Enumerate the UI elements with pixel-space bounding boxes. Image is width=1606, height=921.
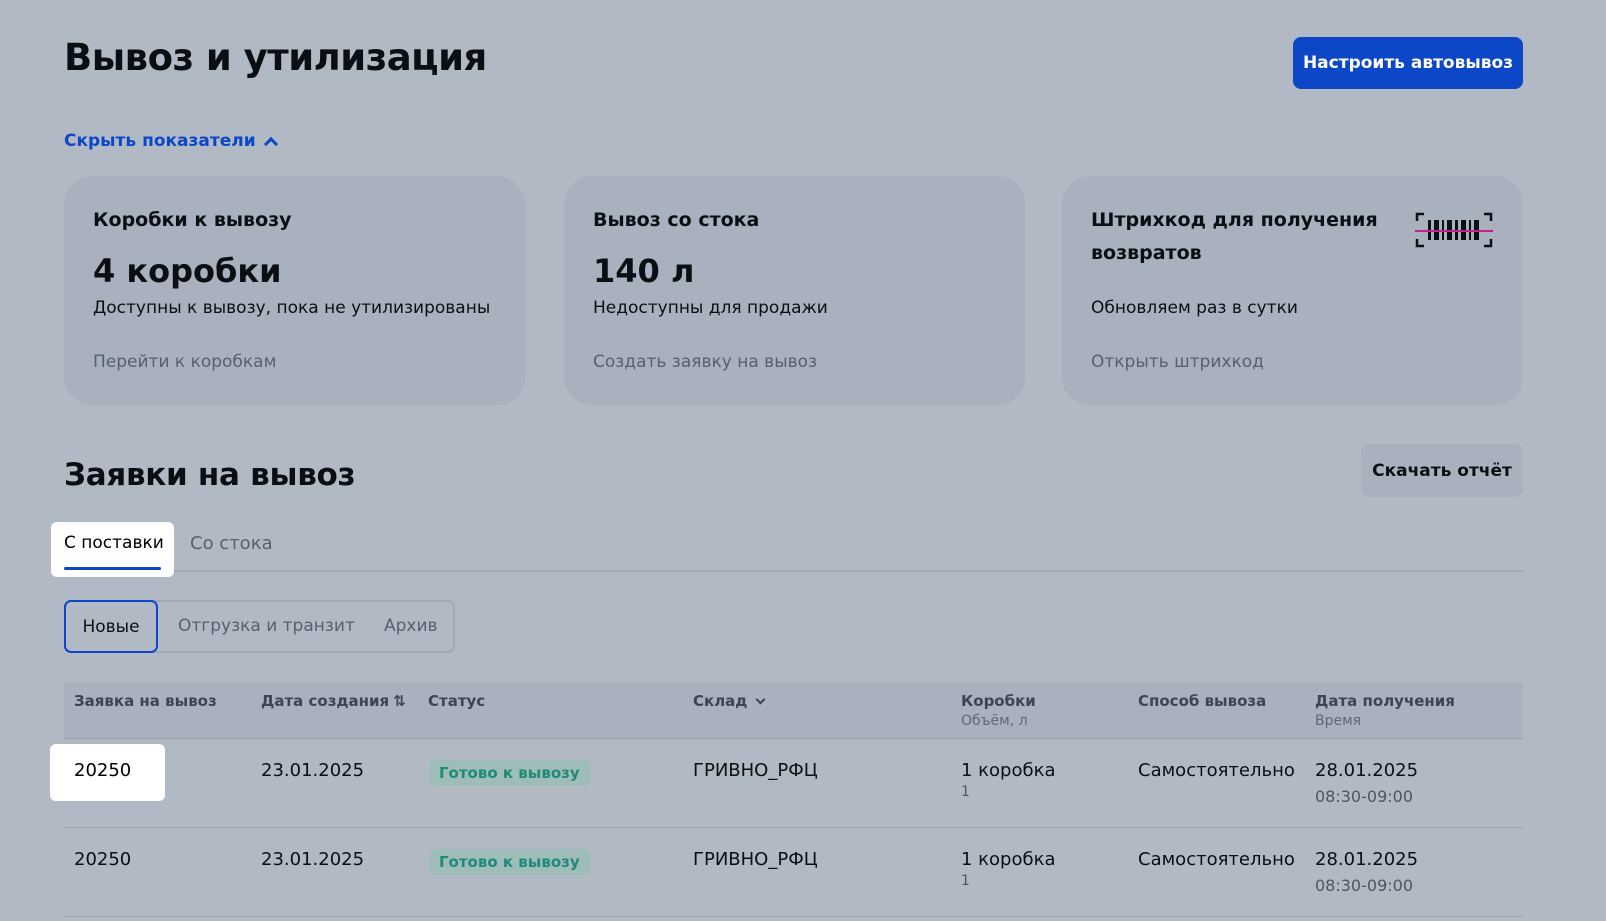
hide-metrics-toggle[interactable]: Скрыть показатели xyxy=(64,131,278,151)
boxes-volume: 1 xyxy=(961,873,970,889)
card-value: 140 л xyxy=(593,252,695,290)
page-title: Вывоз и утилизация xyxy=(64,36,487,79)
status-badge: Готово к вывозу xyxy=(429,760,590,786)
column-label: Дата создания xyxy=(261,692,390,710)
column-label: Статус xyxy=(428,692,486,710)
card-description: Доступны к вывозу, пока не утилизированы xyxy=(93,298,491,318)
tab-underline xyxy=(64,567,161,570)
tabs-divider xyxy=(64,570,1523,572)
column-boxes: Коробки Объём, л xyxy=(961,692,1036,731)
request-id-link[interactable]: 20250 xyxy=(50,744,165,801)
segment-new[interactable]: Новые xyxy=(64,600,158,653)
tab-from-stock[interactable]: Со стока xyxy=(190,533,273,554)
hide-metrics-label: Скрыть показатели xyxy=(64,131,256,151)
column-label: Способ вывоза xyxy=(1138,692,1267,710)
request-id: 20250 xyxy=(74,760,132,781)
column-status: Статус xyxy=(428,692,485,711)
card-title: Вывоз со стока xyxy=(593,209,760,231)
column-label: Склад xyxy=(693,692,748,710)
setup-autoexport-button[interactable]: Настроить автовывоз xyxy=(1293,37,1523,89)
card-description: Обновляем раз в сутки xyxy=(1091,298,1298,318)
pickup: 28.01.2025 08:30-09:00 xyxy=(1315,760,1418,806)
pickup-time: 08:30-09:00 xyxy=(1315,787,1413,806)
download-report-button[interactable]: Скачать отчёт xyxy=(1361,444,1523,497)
status-badge: Готово к вывозу xyxy=(429,849,590,875)
boxes: 1 коробка 1 xyxy=(961,760,1056,800)
open-barcode-link[interactable]: Открыть штрихкод xyxy=(1091,352,1264,372)
stock-export-card: Вывоз со стока 140 л Недоступны для прод… xyxy=(564,176,1025,405)
card-title: Штрихкод для получения возвратов xyxy=(1091,209,1378,264)
chevron-down-icon[interactable] xyxy=(755,694,766,705)
segment-archive[interactable]: Архив xyxy=(384,616,438,636)
card-title: Коробки к вывозу xyxy=(93,209,292,231)
card-value: 4 коробки xyxy=(93,252,282,290)
column-label: Коробки xyxy=(961,692,1036,710)
column-sublabel: Время xyxy=(1315,713,1362,729)
segment-shipping-transit[interactable]: Отгрузка и транзит xyxy=(178,616,355,636)
column-warehouse[interactable]: Склад xyxy=(693,692,766,711)
create-export-request-link[interactable]: Создать заявку на вывоз xyxy=(593,352,817,372)
barcode-card: Штрихкод для получения возвратов Обновля… xyxy=(1062,176,1523,405)
pickup-time: 08:30-09:00 xyxy=(1315,876,1413,895)
card-description: Недоступны для продажи xyxy=(593,298,828,318)
column-label: Дата получения xyxy=(1315,692,1455,710)
tab-from-supply[interactable]: С поставки xyxy=(51,522,174,577)
pickup-date: 28.01.2025 xyxy=(1315,849,1419,870)
created-date: 23.01.2025 xyxy=(261,849,365,870)
column-created-date[interactable]: Дата создания ⇅ xyxy=(261,692,406,711)
boxes: 1 коробка 1 xyxy=(961,849,1056,889)
table-header: Заявка на вывоз Дата создания ⇅ Статус Ск… xyxy=(64,682,1523,739)
pickup: 28.01.2025 08:30-09:00 xyxy=(1315,849,1418,895)
chevron-up-icon xyxy=(263,136,278,151)
go-to-boxes-link[interactable]: Перейти к коробкам xyxy=(93,352,276,372)
column-request: Заявка на вывоз xyxy=(74,692,217,711)
pickup-date: 28.01.2025 xyxy=(1315,760,1419,781)
created-date: 23.01.2025 xyxy=(261,760,365,781)
boxes-card: Коробки к вывозу 4 коробки Доступны к вы… xyxy=(64,176,525,405)
warehouse: ГРИВНО_РФЦ xyxy=(693,849,818,870)
column-sublabel: Объём, л xyxy=(961,713,1028,729)
boxes-count: 1 коробка xyxy=(961,760,1056,781)
table-row[interactable]: 23.01.2025 Готово к вывозу ГРИВНО_РФЦ 1 … xyxy=(64,740,1523,828)
request-id[interactable]: 20250 xyxy=(74,849,131,870)
warehouse: ГРИВНО_РФЦ xyxy=(693,760,818,781)
boxes-volume: 1 xyxy=(961,784,970,800)
section-title: Заявки на вывоз xyxy=(64,457,356,493)
export-method: Самостоятельно xyxy=(1138,760,1295,781)
export-method: Самостоятельно xyxy=(1138,849,1295,870)
sort-icon[interactable]: ⇅ xyxy=(393,692,406,711)
tab-label: С поставки xyxy=(64,533,164,553)
barcode-icon xyxy=(1415,212,1493,248)
column-pickup-date: Дата получения Время xyxy=(1315,692,1455,731)
column-export-method: Способ вывоза xyxy=(1138,692,1266,711)
column-label: Заявка на вывоз xyxy=(74,692,217,710)
page: Вывоз и утилизация Настроить автовывоз С… xyxy=(0,0,1606,921)
boxes-count: 1 коробка xyxy=(961,849,1056,870)
table-row[interactable]: 20250 23.01.2025 Готово к вывозу ГРИВНО_… xyxy=(64,829,1523,917)
